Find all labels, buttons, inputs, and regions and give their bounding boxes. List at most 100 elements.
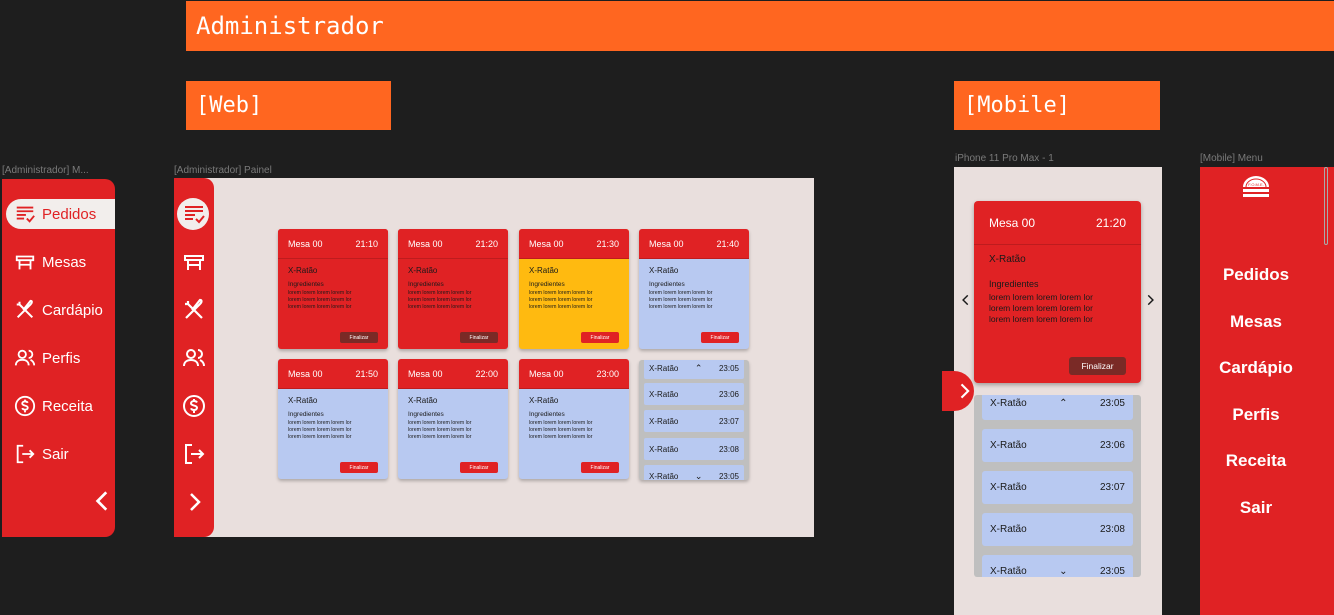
finalize-button[interactable]: Finalizar (1069, 357, 1126, 375)
order-title: X-Ratão (649, 266, 679, 275)
finalize-button[interactable]: Finalizar (581, 462, 619, 473)
order-time: 22:00 (475, 368, 498, 379)
mobile-menu-item-perfis[interactable]: Perfis (1200, 405, 1312, 425)
admin-banner-title: Administrador (196, 12, 384, 40)
sidebar-item-receita[interactable]: Receita (6, 391, 115, 421)
expand-chevron-icon[interactable] (182, 490, 206, 514)
sidebar-item-label: Sair (42, 445, 69, 463)
logo-icon (1243, 176, 1269, 197)
utensils-icon (16, 299, 34, 319)
queue-row[interactable]: X-Ratão ⌄ 23:05 (644, 465, 744, 480)
scrollbar[interactable] (1324, 167, 1328, 245)
finalize-button[interactable]: Finalizar (340, 332, 378, 343)
open-menu-button[interactable] (942, 371, 974, 411)
sidebar-item-cardapio[interactable]: Cardápio (6, 295, 115, 325)
orders-list-icon (16, 206, 35, 223)
mobile-menu-item-cardapio[interactable]: Cardápio (1200, 358, 1312, 378)
expanded-sidebar: Pedidos Mesas Cardápio Perfis Receita Sa… (2, 179, 115, 537)
order-table: Mesa 00 (288, 238, 323, 249)
dollar-icon[interactable] (182, 394, 206, 418)
order-card-header: Mesa 00 21:30 (519, 229, 629, 259)
table-icon[interactable] (182, 250, 206, 274)
sidebar-item-sair[interactable]: Sair (6, 439, 115, 469)
order-lorem: lorem lorem lorem lorem lor lorem lorem l… (529, 420, 593, 440)
next-chevron-icon[interactable] (1143, 292, 1157, 308)
chevron-right-icon (960, 383, 970, 399)
chevron-down-icon[interactable]: ⌄ (695, 471, 703, 481)
mobile-order-card: Mesa 00 21:20 X-Ratão Ingredientes lorem… (974, 201, 1141, 383)
dollar-icon (14, 395, 36, 417)
order-card-header: Mesa 00 21:50 (278, 359, 388, 389)
order-table: Mesa 00 (288, 368, 323, 379)
order-time: 21:20 (1095, 215, 1126, 230)
finalize-button[interactable]: Finalizar (460, 332, 498, 343)
queue-row[interactable]: X-Ratão 23:06 (644, 383, 744, 405)
order-lorem: lorem lorem lorem lorem lor lorem lorem l… (989, 292, 1093, 324)
chevron-down-icon[interactable]: ⌄ (1059, 566, 1067, 577)
logout-icon[interactable] (182, 442, 206, 466)
finalize-button[interactable]: Finalizar (581, 332, 619, 343)
order-card: Mesa 00 21:30 X-Ratão Ingredientes lorem lor… (519, 229, 629, 349)
orders-list-icon[interactable] (182, 202, 206, 226)
chevron-up-icon[interactable]: ⌃ (695, 363, 703, 374)
logout-icon (16, 444, 35, 464)
utensils-icon[interactable] (182, 298, 206, 322)
queue-row[interactable]: X-Ratão ⌃ 23:05 (644, 360, 744, 379)
order-title: X-Ratão (408, 266, 438, 275)
finalize-button[interactable]: Finalizar (460, 462, 498, 473)
mobile-menu-item-pedidos[interactable]: Pedidos (1200, 265, 1312, 285)
prev-chevron-icon[interactable] (959, 292, 973, 308)
sidebar-item-perfis[interactable]: Perfis (6, 343, 115, 373)
sidebar-item-label: Cardápio (42, 301, 103, 319)
queue-row[interactable]: X-Ratão 23:08 (982, 513, 1133, 546)
order-card: Mesa 00 21:50 X-Ratão Ingredientes lorem lor… (278, 359, 388, 479)
queue-row[interactable]: X-Ratão ⌄ 23:05 (982, 555, 1133, 577)
order-card-header: Mesa 00 21:40 (639, 229, 749, 259)
web-banner-title: [Web] (196, 93, 263, 118)
order-ingredients: Ingredientes (529, 411, 565, 418)
frame-label-mobile-menu: [Mobile] Menu (1200, 153, 1263, 164)
finalize-button[interactable]: Finalizar (340, 462, 378, 473)
queue-row[interactable]: X-Ratão 23:07 (644, 410, 744, 432)
logo-text: F.O.M.E. (1248, 182, 1264, 187)
sidebar-item-label: Perfis (42, 349, 81, 367)
sidebar-item-label: Receita (42, 397, 93, 415)
sidebar-item-label: Mesas (42, 253, 87, 271)
order-table: Mesa 00 (529, 368, 564, 379)
mobile-menu-item-mesas[interactable]: Mesas (1200, 312, 1312, 332)
chevron-up-icon[interactable]: ⌃ (1059, 398, 1067, 409)
queue-list[interactable]: X-Ratão ⌃ 23:05 X-Ratão 23:06 X-Ratão 23:07 … (639, 360, 749, 480)
frame-label-phone: iPhone 11 Pro Max - 1 (955, 153, 1054, 164)
order-card: Mesa 00 23:00 X-Ratão Ingredientes lorem lor… (519, 359, 629, 479)
order-title: X-Ratão (288, 266, 318, 275)
order-table: Mesa 00 (649, 238, 684, 249)
order-title: X-Ratão (529, 266, 559, 275)
mobile-phone-screen: Mesa 00 21:20 X-Ratão Ingredientes lorem… (942, 167, 1162, 615)
queue-row[interactable]: X-Ratão 23:08 (644, 438, 744, 460)
mobile-queue-list[interactable]: X-Ratão ⌃ 23:05 X-Ratão 23:06 X-Ratão 23:07 … (974, 395, 1141, 577)
mobile-menu-item-receita[interactable]: Receita (1200, 451, 1312, 471)
users-icon[interactable] (182, 346, 206, 370)
collapse-chevron-icon[interactable] (90, 487, 116, 515)
order-card-header: Mesa 00 22:00 (398, 359, 508, 389)
order-lorem: lorem lorem lorem lorem lor lorem lorem l… (529, 290, 593, 310)
sidebar-item-mesas[interactable]: Mesas (6, 247, 115, 277)
order-ingredients: Ingredientes (288, 411, 324, 418)
mobile-menu: F.O.M.E. Pedidos Mesas Cardápio Perfis R… (1200, 167, 1334, 615)
queue-row[interactable]: X-Ratão 23:06 (982, 429, 1133, 462)
table-icon (15, 255, 35, 270)
order-table: Mesa 00 (408, 368, 443, 379)
order-ingredients: Ingredientes (529, 281, 565, 288)
users-icon (14, 349, 36, 366)
order-ingredients: Ingredientes (989, 279, 1039, 289)
order-time: 21:40 (716, 238, 739, 249)
queue-row[interactable]: X-Ratão ⌃ 23:05 (982, 395, 1133, 420)
mobile-menu-item-sair[interactable]: Sair (1200, 498, 1312, 518)
order-time: 21:10 (355, 238, 378, 249)
finalize-button[interactable]: Finalizar (701, 332, 739, 343)
sidebar-item-pedidos[interactable]: Pedidos (6, 199, 115, 229)
web-panel: Mesa 00 21:10 X-Ratão Ingredientes lorem lor… (174, 178, 814, 537)
order-lorem: lorem lorem lorem lorem lor lorem lorem l… (408, 290, 472, 310)
queue-row[interactable]: X-Ratão 23:07 (982, 471, 1133, 504)
frame-label-panel: [Administrador] Painel (174, 165, 272, 176)
